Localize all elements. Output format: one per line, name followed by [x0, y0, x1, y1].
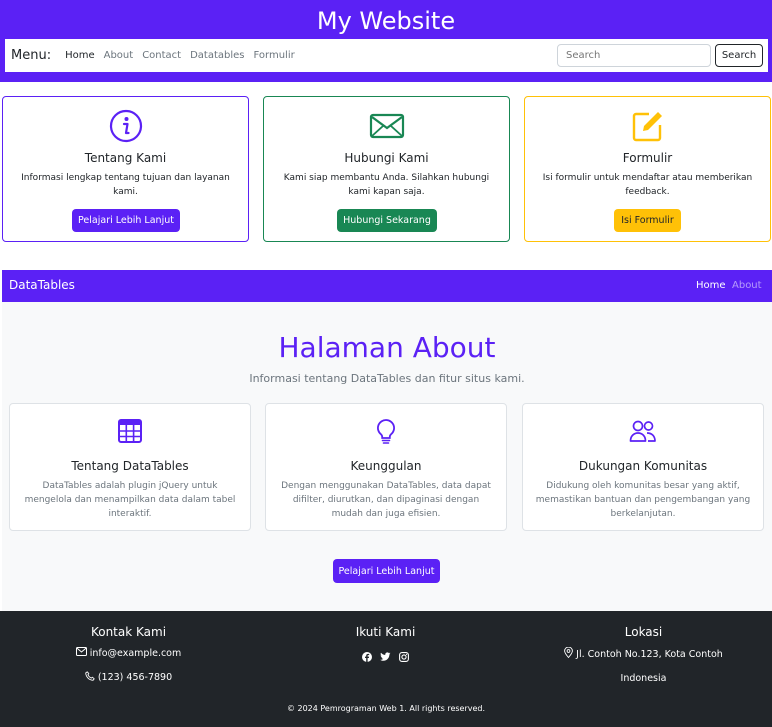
menu-bar: Menu: Home About Contact Datatables Form… [5, 39, 768, 72]
feature-text: Dengan menggunakan DataTables, data dapa… [281, 481, 491, 519]
footer-email: info@example.com [0, 647, 257, 660]
footer-location: Lokasi Jl. Contoh No.123, Kota Contoh In… [515, 625, 772, 685]
feature-title: Dukungan Komunitas [578, 459, 708, 473]
card-formulir: Formulir Isi formulir untuk mendaftar at… [524, 96, 771, 242]
footer-email-text[interactable]: info@example.com [90, 648, 182, 660]
search-input[interactable] [557, 44, 711, 67]
people-icon [523, 418, 763, 444]
about-section: Halaman About Informasi tentang DataTabl… [2, 302, 772, 611]
menu-links: Home About Contact Datatables Formulir [65, 50, 295, 61]
feature-title: Tentang DataTables [71, 459, 189, 473]
footer-contact-title: Kontak Kami [90, 625, 167, 639]
footer-address-line1: Jl. Contoh No.123, Kota Contoh [576, 648, 723, 660]
card-title: Tentang Kami [84, 151, 167, 165]
feature-card-keunggulan: Keunggulan Dengan menggunakan DataTables… [265, 403, 507, 531]
telephone-icon [85, 671, 95, 685]
feature-card-komunitas: Dukungan Komunitas Didukung oleh komunit… [522, 403, 764, 531]
menu-link-home[interactable]: Home [65, 50, 95, 61]
table-icon [10, 418, 250, 444]
menu-link-formulir[interactable]: Formulir [254, 50, 295, 61]
copyright-text: © 2024 Pemrograman Web 1. All rights res… [286, 704, 486, 713]
card-hubungi-kami: Hubungi Kami Kami siap membantu Anda. Si… [263, 96, 510, 242]
feature-card-datatables: Tentang DataTables DataTables adalah plu… [9, 403, 251, 531]
card-title: Hubungi Kami [344, 151, 429, 165]
fill-form-button[interactable]: Isi Formulir [614, 209, 681, 232]
feature-text: DataTables adalah plugin jQuery untuk me… [24, 481, 236, 519]
twitter-icon[interactable] [380, 647, 391, 666]
footer-phone-text: (123) 456-7890 [97, 672, 173, 683]
footer-follow: Ikuti Kami [257, 625, 514, 666]
feature-text: Didukung oleh komunitas besar yang aktif… [535, 481, 751, 519]
footer-address-line2: Indonesia [620, 673, 667, 684]
menu-link-datatables[interactable]: Datatables [190, 50, 244, 61]
learn-more-button[interactable]: Pelajari Lebih Lanjut [72, 209, 180, 232]
feature-title: Keunggulan [350, 459, 422, 473]
lightbulb-icon [266, 418, 506, 444]
pencil-square-icon [525, 109, 770, 143]
instagram-icon[interactable] [399, 647, 409, 666]
info-circle-icon [3, 109, 248, 143]
navbar-brand[interactable]: DataTables [9, 278, 75, 292]
footer-location-title: Lokasi [624, 625, 663, 639]
datatables-navbar: DataTables Home About [2, 270, 772, 302]
social-links [257, 647, 514, 666]
envelope-icon [264, 109, 509, 143]
footer-follow-title: Ikuti Kami [355, 625, 416, 639]
footer-phone: (123) 456-7890 [0, 671, 257, 685]
footer-contact: Kontak Kami info@example.com (123) 456-7… [0, 625, 257, 685]
facebook-icon[interactable] [362, 647, 372, 666]
envelope-icon [75, 647, 87, 660]
menu-link-about[interactable]: About [104, 50, 134, 61]
card-text: Informasi lengkap tentang tujuan dan lay… [21, 173, 230, 197]
footer-address: Jl. Contoh No.123, Kota Contoh [515, 646, 772, 662]
contact-now-button[interactable]: Hubungi Sekarang [337, 209, 437, 232]
site-title: My Website [316, 7, 456, 35]
site-header: My Website Menu: Home About Contact Data… [0, 0, 772, 82]
geo-pin-icon [564, 646, 574, 662]
card-tentang-kami: Tentang Kami Informasi lengkap tentang t… [2, 96, 249, 242]
page-title: Halaman About [278, 331, 496, 364]
card-text: Kami siap membantu Anda. Silahkan hubung… [283, 173, 490, 197]
card-title: Formulir [622, 151, 673, 165]
card-text: Isi formulir untuk mendaftar atau member… [542, 173, 753, 197]
navbar-link-about[interactable]: About [732, 280, 762, 291]
page-subtitle: Informasi tentang DataTables dan fitur s… [249, 372, 525, 385]
menu-label: Menu: [11, 48, 52, 63]
site-footer: Kontak Kami info@example.com (123) 456-7… [0, 611, 772, 727]
learn-more-button[interactable]: Pelajari Lebih Lanjut [333, 559, 440, 583]
search-button[interactable]: Search [715, 44, 763, 67]
menu-link-contact[interactable]: Contact [142, 50, 181, 61]
navbar-link-home[interactable]: Home [696, 280, 726, 291]
